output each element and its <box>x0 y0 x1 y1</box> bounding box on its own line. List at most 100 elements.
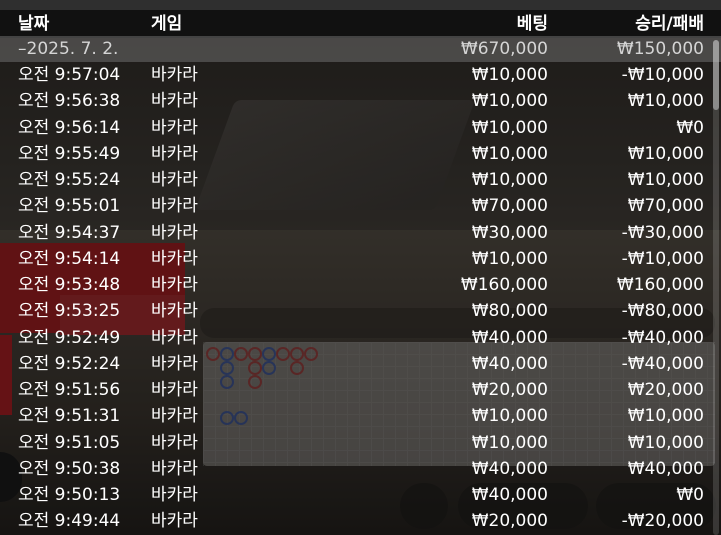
history-row[interactable]: 오전 9:54:37 바카라 ₩30,000 -₩30,000 <box>0 220 721 246</box>
history-row-game: 바카라 <box>151 406 198 427</box>
history-row-game: 바카라 <box>151 91 198 112</box>
history-row-game: 바카라 <box>151 117 198 138</box>
history-row-bet: ₩40,000 <box>471 458 548 479</box>
column-header-game: 게임 <box>151 14 183 34</box>
history-row-time: 오전 9:50:38 <box>18 458 121 479</box>
history-row-time: 오전 9:53:25 <box>18 301 121 322</box>
history-row-time: 오전 9:51:56 <box>18 380 121 400</box>
history-row[interactable]: 오전 9:52:24 바카라 ₩40,000 -₩40,000 <box>0 351 721 377</box>
history-row-game: 바카라 <box>151 301 198 322</box>
history-row-bet: ₩10,000 <box>471 406 548 427</box>
history-row-result: -₩20,000 <box>621 511 704 532</box>
history-row-bet: ₩10,000 <box>471 143 548 164</box>
history-row-game: 바카라 <box>151 248 198 269</box>
date-group-label: –2025. 7. 2. <box>18 39 119 59</box>
history-row-bet: ₩30,000 <box>471 222 548 243</box>
history-row-result: -₩10,000 <box>621 65 704 85</box>
history-row-result: ₩10,000 <box>627 432 704 453</box>
history-row[interactable]: 오전 9:50:38 바카라 ₩40,000 ₩40,000 <box>0 456 721 482</box>
history-row[interactable]: 오전 9:56:14 바카라 ₩10,000 ₩0 <box>0 115 721 141</box>
history-row[interactable]: 오전 9:49:44 바카라 ₩20,000 -₩20,000 <box>0 508 721 534</box>
history-row-result: ₩40,000 <box>627 458 704 479</box>
history-row-time: 오전 9:51:05 <box>18 432 121 453</box>
history-row-time: 오전 9:49:44 <box>18 511 121 532</box>
history-row-result: ₩10,000 <box>627 406 704 427</box>
history-row[interactable]: 오전 9:52:49 바카라 ₩40,000 -₩40,000 <box>0 325 721 351</box>
history-row-result: ₩10,000 <box>627 91 704 112</box>
history-row[interactable]: 오전 9:50:13 바카라 ₩40,000 ₩0 <box>0 482 721 508</box>
column-header-date: 날짜 <box>18 14 50 34</box>
history-title-bar <box>0 0 721 10</box>
history-row-bet: ₩10,000 <box>471 432 548 453</box>
history-row-time: 오전 9:52:24 <box>18 353 121 374</box>
history-row-bet: ₩20,000 <box>471 380 548 400</box>
history-row[interactable]: 오전 9:54:14 바카라 ₩10,000 -₩10,000 <box>0 246 721 272</box>
history-row-result: ₩0 <box>676 117 704 138</box>
history-row-bet: ₩70,000 <box>471 196 548 217</box>
history-row[interactable]: 오전 9:51:05 바카라 ₩10,000 ₩10,000 <box>0 430 721 456</box>
history-row-result: ₩10,000 <box>627 143 704 164</box>
column-header-result: 승리/패배 <box>635 14 704 34</box>
history-row-game: 바카라 <box>151 511 198 532</box>
history-row-bet: ₩20,000 <box>471 511 548 532</box>
history-row-bet: ₩10,000 <box>471 117 548 138</box>
history-row-game: 바카라 <box>151 275 198 295</box>
history-row-time: 오전 9:54:37 <box>18 222 121 243</box>
history-scrollbar[interactable] <box>713 40 719 535</box>
history-table-header: 날짜 게임 베팅 승리/패배 <box>0 10 721 38</box>
history-row-time: 오전 9:55:24 <box>18 170 121 190</box>
history-row-bet: ₩10,000 <box>471 91 548 112</box>
history-row[interactable]: 오전 9:53:25 바카라 ₩80,000 -₩80,000 <box>0 298 721 324</box>
history-row-time: 오전 9:55:01 <box>18 196 121 217</box>
date-group-bet-total: ₩670,000 <box>460 39 548 59</box>
history-row-game: 바카라 <box>151 432 198 453</box>
history-row-bet: ₩80,000 <box>471 301 548 322</box>
history-row-result: -₩10,000 <box>621 248 704 269</box>
history-row-time: 오전 9:52:49 <box>18 327 121 348</box>
history-row-time: 오전 9:55:49 <box>18 143 121 164</box>
history-row-game: 바카라 <box>151 353 198 374</box>
history-row-game: 바카라 <box>151 458 198 479</box>
history-row-game: 바카라 <box>151 196 198 217</box>
date-group-row[interactable]: –2025. 7. 2. ₩670,000 ₩150,000 <box>0 36 721 62</box>
history-row[interactable]: 오전 9:55:49 바카라 ₩10,000 ₩10,000 <box>0 141 721 167</box>
history-row-result: ₩20,000 <box>627 380 704 400</box>
history-row-game: 바카라 <box>151 65 198 85</box>
history-row-game: 바카라 <box>151 143 198 164</box>
history-row[interactable]: 오전 9:55:24 바카라 ₩10,000 ₩10,000 <box>0 167 721 193</box>
history-row-game: 바카라 <box>151 327 198 348</box>
history-row-result: ₩160,000 <box>616 275 704 295</box>
history-row[interactable]: 오전 9:57:04 바카라 ₩10,000 -₩10,000 <box>0 62 721 88</box>
history-row-bet: ₩10,000 <box>471 65 548 85</box>
date-group-result-total: ₩150,000 <box>616 39 704 59</box>
history-row[interactable]: 오전 9:51:31 바카라 ₩10,000 ₩10,000 <box>0 403 721 429</box>
history-row-result: -₩40,000 <box>621 353 704 374</box>
history-row-bet: ₩10,000 <box>471 248 548 269</box>
history-row[interactable]: 오전 9:53:48 바카라 ₩160,000 ₩160,000 <box>0 272 721 298</box>
history-row[interactable]: 오전 9:56:38 바카라 ₩10,000 ₩10,000 <box>0 88 721 114</box>
history-row-bet: ₩40,000 <box>471 485 548 505</box>
history-row-time: 오전 9:57:04 <box>18 65 121 85</box>
history-row-result: -₩30,000 <box>621 222 704 243</box>
history-row-time: 오전 9:53:48 <box>18 275 121 295</box>
history-scrollbar-thumb[interactable] <box>713 40 719 110</box>
history-row[interactable]: 오전 9:55:01 바카라 ₩70,000 ₩70,000 <box>0 193 721 219</box>
history-row-bet: ₩40,000 <box>471 353 548 374</box>
history-row-result: ₩70,000 <box>627 196 704 217</box>
history-row-bet: ₩160,000 <box>460 275 548 295</box>
history-row-time: 오전 9:50:13 <box>18 485 121 505</box>
history-row-game: 바카라 <box>151 380 198 400</box>
history-row[interactable]: 오전 9:51:56 바카라 ₩20,000 ₩20,000 <box>0 377 721 403</box>
history-row-game: 바카라 <box>151 485 198 505</box>
history-row-result: ₩0 <box>676 485 704 505</box>
column-header-bet: 베팅 <box>516 14 548 34</box>
history-row-time: 오전 9:56:14 <box>18 117 121 138</box>
history-row-bet: ₩10,000 <box>471 170 548 190</box>
history-row-result: ₩10,000 <box>627 170 704 190</box>
history-row-result: -₩40,000 <box>621 327 704 348</box>
history-row-result: -₩80,000 <box>621 301 704 322</box>
history-row-time: 오전 9:54:14 <box>18 248 121 269</box>
history-row-time: 오전 9:51:31 <box>18 406 121 427</box>
history-row-time: 오전 9:56:38 <box>18 91 121 112</box>
history-row-game: 바카라 <box>151 170 198 190</box>
